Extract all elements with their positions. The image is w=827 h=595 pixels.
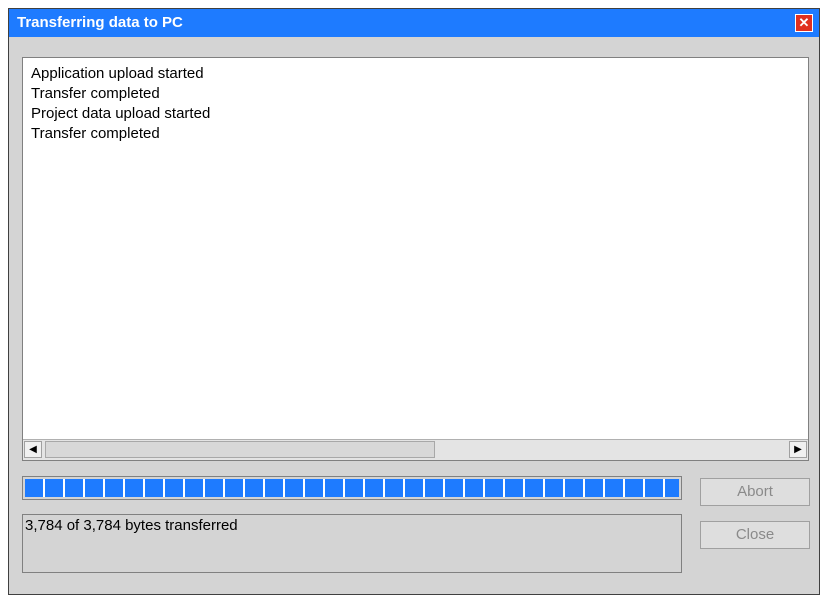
- log-lines: Application upload started Transfer comp…: [31, 64, 210, 144]
- abort-button[interactable]: Abort: [700, 478, 810, 506]
- horizontal-scrollbar[interactable]: ◀ ▶: [23, 439, 808, 460]
- log-line: Transfer completed: [31, 125, 160, 142]
- progress-fill: [25, 479, 679, 497]
- log-line: Transfer completed: [31, 85, 160, 102]
- scrollbar-thumb[interactable]: [45, 441, 435, 458]
- log-line: Application upload started: [31, 65, 204, 82]
- arrow-right-icon[interactable]: ▶: [789, 441, 807, 458]
- arrow-left-icon[interactable]: ◀: [24, 441, 42, 458]
- log-line: Project data upload started: [31, 105, 211, 122]
- progress-bar: [22, 476, 682, 500]
- status-text: 3,784 of 3,784 bytes transferred: [25, 517, 238, 534]
- close-icon[interactable]: ✕: [795, 14, 813, 32]
- title-bar[interactable]: Transferring data to PC ✕: [9, 9, 819, 37]
- log-panel: Application upload started Transfer comp…: [22, 57, 809, 461]
- close-button[interactable]: Close: [700, 521, 810, 549]
- status-box: 3,784 of 3,784 bytes transferred: [22, 514, 682, 573]
- transfer-dialog: Transferring data to PC ✕ Application up…: [8, 8, 820, 595]
- window-title: Transferring data to PC: [17, 14, 183, 31]
